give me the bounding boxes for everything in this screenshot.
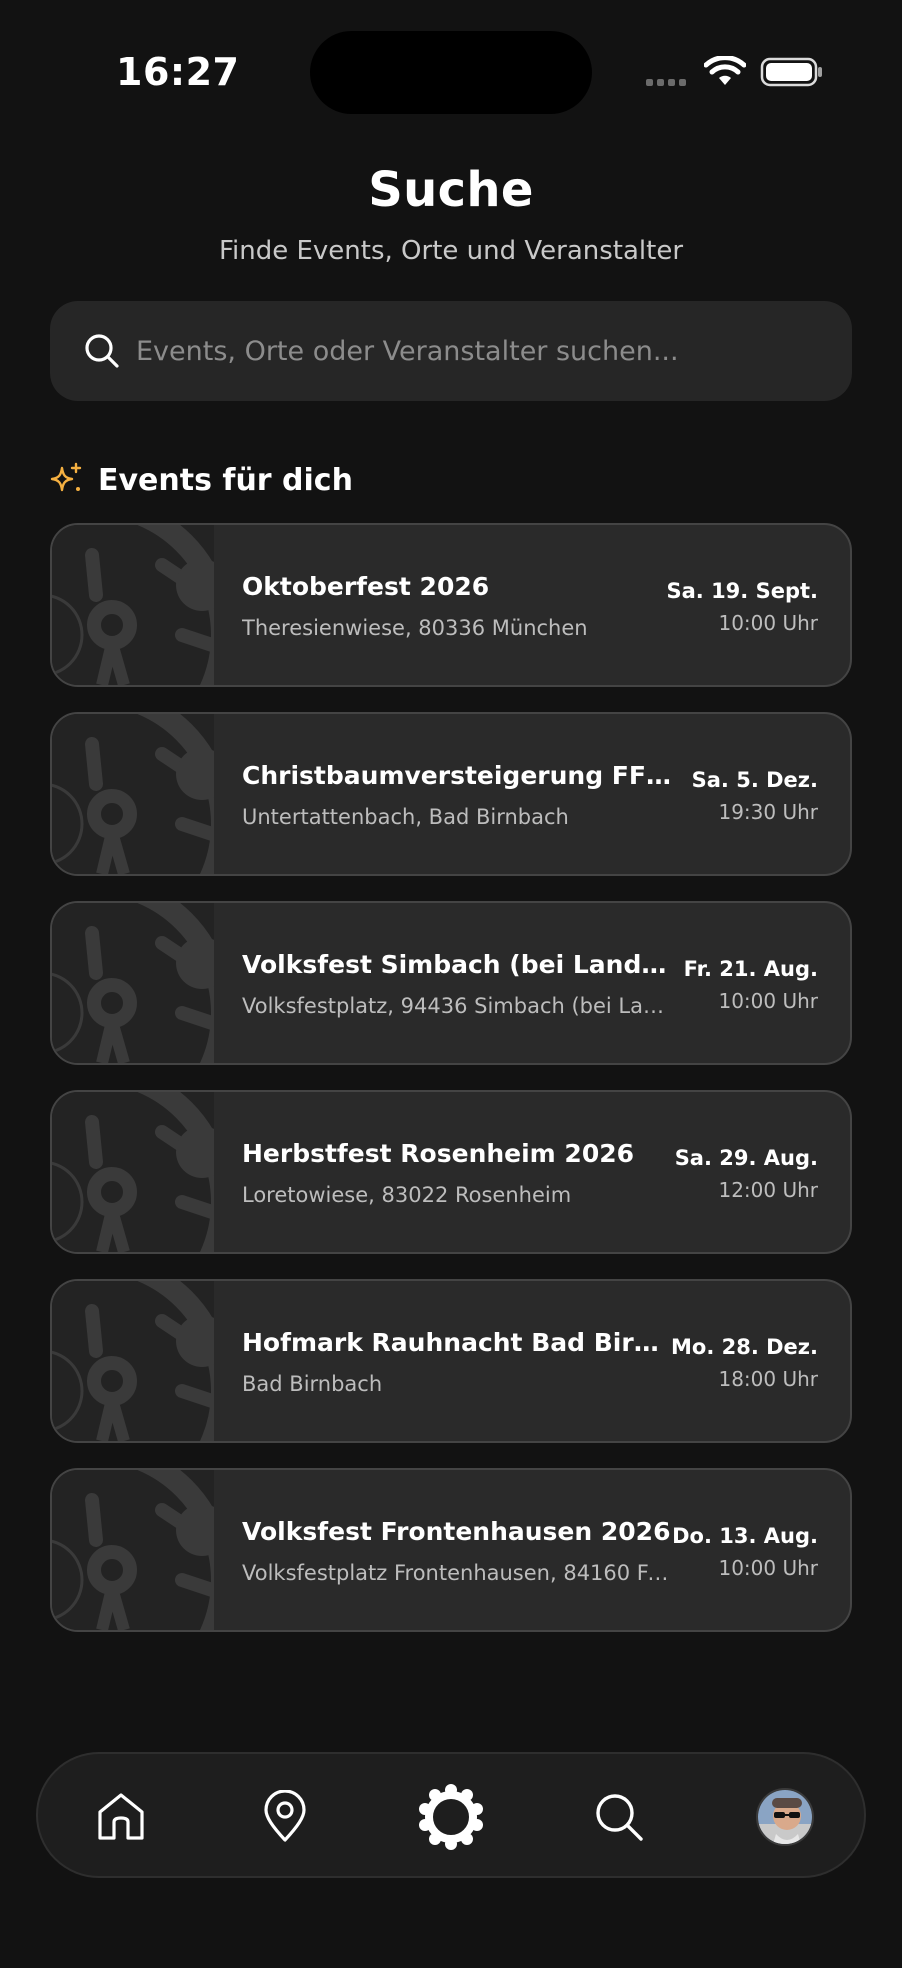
cellular-signal-icon: [646, 79, 686, 86]
section-title: Events für dich: [98, 462, 353, 498]
tab-home[interactable]: [86, 1782, 156, 1852]
event-name: Hofmark Rauhnacht Bad Birnbach: [242, 1328, 672, 1357]
wifi-icon: [704, 56, 746, 85]
battery-icon: [760, 57, 822, 87]
event-card[interactable]: Volksfest Frontenhausen 2026 Volksfestpl…: [50, 1468, 852, 1632]
search-input[interactable]: [136, 301, 826, 401]
section-header: Events für dich: [48, 460, 353, 500]
event-name: Herbstfest Rosenheim 2026: [242, 1139, 635, 1168]
event-location: Volksfestplatz Frontenhausen, 84160 Fr..…: [242, 1561, 672, 1585]
event-card[interactable]: Christbaumversteigerung FFW U... Unterta…: [50, 712, 852, 876]
event-info: Oktoberfest 2026 Theresienwiese, 80336 M…: [242, 525, 672, 685]
event-thumbnail: [52, 1470, 214, 1630]
event-info: Hofmark Rauhnacht Bad Birnbach Bad Birnb…: [242, 1281, 672, 1441]
page-subtitle: Finde Events, Orte und Veranstalter: [218, 236, 684, 266]
event-card[interactable]: Hofmark Rauhnacht Bad Birnbach Bad Birnb…: [50, 1279, 852, 1443]
event-time: 10:00 Uhr: [718, 989, 818, 1013]
page-title: Suche: [368, 162, 534, 218]
app-logo-icon: [419, 1784, 483, 1850]
tab-search[interactable]: [584, 1782, 654, 1852]
status-time: 16:27: [116, 50, 240, 94]
tab-map[interactable]: [250, 1782, 320, 1852]
event-info: Herbstfest Rosenheim 2026 Loretowiese, 8…: [242, 1092, 672, 1252]
dynamic-island: [310, 31, 592, 114]
event-date: Sa. 5. Dez.: [691, 768, 818, 792]
event-info: Volksfest Simbach (bei Landau) 2... Volk…: [242, 903, 672, 1063]
event-time: 19:30 Uhr: [718, 800, 818, 824]
search-icon: [85, 334, 119, 368]
tab-home-logo[interactable]: [416, 1782, 486, 1852]
event-time: 10:00 Uhr: [718, 611, 818, 635]
event-time: 12:00 Uhr: [718, 1178, 818, 1202]
event-location: Untertattenbach, Bad Birnbach: [242, 805, 569, 829]
search-bar[interactable]: [50, 301, 852, 401]
event-info: Volksfest Frontenhausen 2026 Volksfestpl…: [242, 1470, 672, 1630]
event-card[interactable]: Volksfest Simbach (bei Landau) 2... Volk…: [50, 901, 852, 1065]
event-date: Do. 13. Aug.: [672, 1524, 818, 1548]
event-name: Volksfest Simbach (bei Landau) 2...: [242, 950, 672, 979]
event-location: Theresienwiese, 80336 München: [242, 616, 588, 640]
search-icon: [596, 1794, 643, 1841]
event-thumbnail: [52, 1092, 214, 1252]
event-name: Volksfest Frontenhausen 2026: [242, 1517, 671, 1546]
event-info: Christbaumversteigerung FFW U... Unterta…: [242, 714, 672, 874]
event-date: Sa. 29. Aug.: [674, 1146, 818, 1170]
event-name: Oktoberfest 2026: [242, 572, 490, 601]
event-date: Sa. 19. Sept.: [666, 579, 818, 603]
event-card[interactable]: Herbstfest Rosenheim 2026 Loretowiese, 8…: [50, 1090, 852, 1254]
event-date: Fr. 21. Aug.: [683, 957, 818, 981]
event-time: 18:00 Uhr: [718, 1367, 818, 1391]
event-location: Volksfestplatz, 94436 Simbach (bei Land.…: [242, 994, 672, 1018]
event-date: Mo. 28. Dez.: [671, 1335, 818, 1359]
event-thumbnail: [52, 714, 214, 874]
map-pin-icon: [264, 1790, 306, 1842]
event-location: Bad Birnbach: [242, 1372, 383, 1396]
event-thumbnail: [52, 525, 214, 685]
event-time: 10:00 Uhr: [718, 1556, 818, 1580]
event-thumbnail: [52, 1281, 214, 1441]
bottom-tab-bar: [36, 1752, 866, 1878]
home-icon: [98, 1793, 144, 1840]
event-name: Christbaumversteigerung FFW U...: [242, 761, 672, 790]
event-thumbnail: [52, 903, 214, 1063]
avatar: [756, 1788, 814, 1846]
sparkle-icon: [50, 462, 82, 492]
event-card[interactable]: Oktoberfest 2026 Theresienwiese, 80336 M…: [50, 523, 852, 687]
tab-profile[interactable]: [750, 1782, 820, 1852]
event-location: Loretowiese, 83022 Rosenheim: [242, 1183, 572, 1207]
status-bar: 16:27: [0, 0, 902, 140]
